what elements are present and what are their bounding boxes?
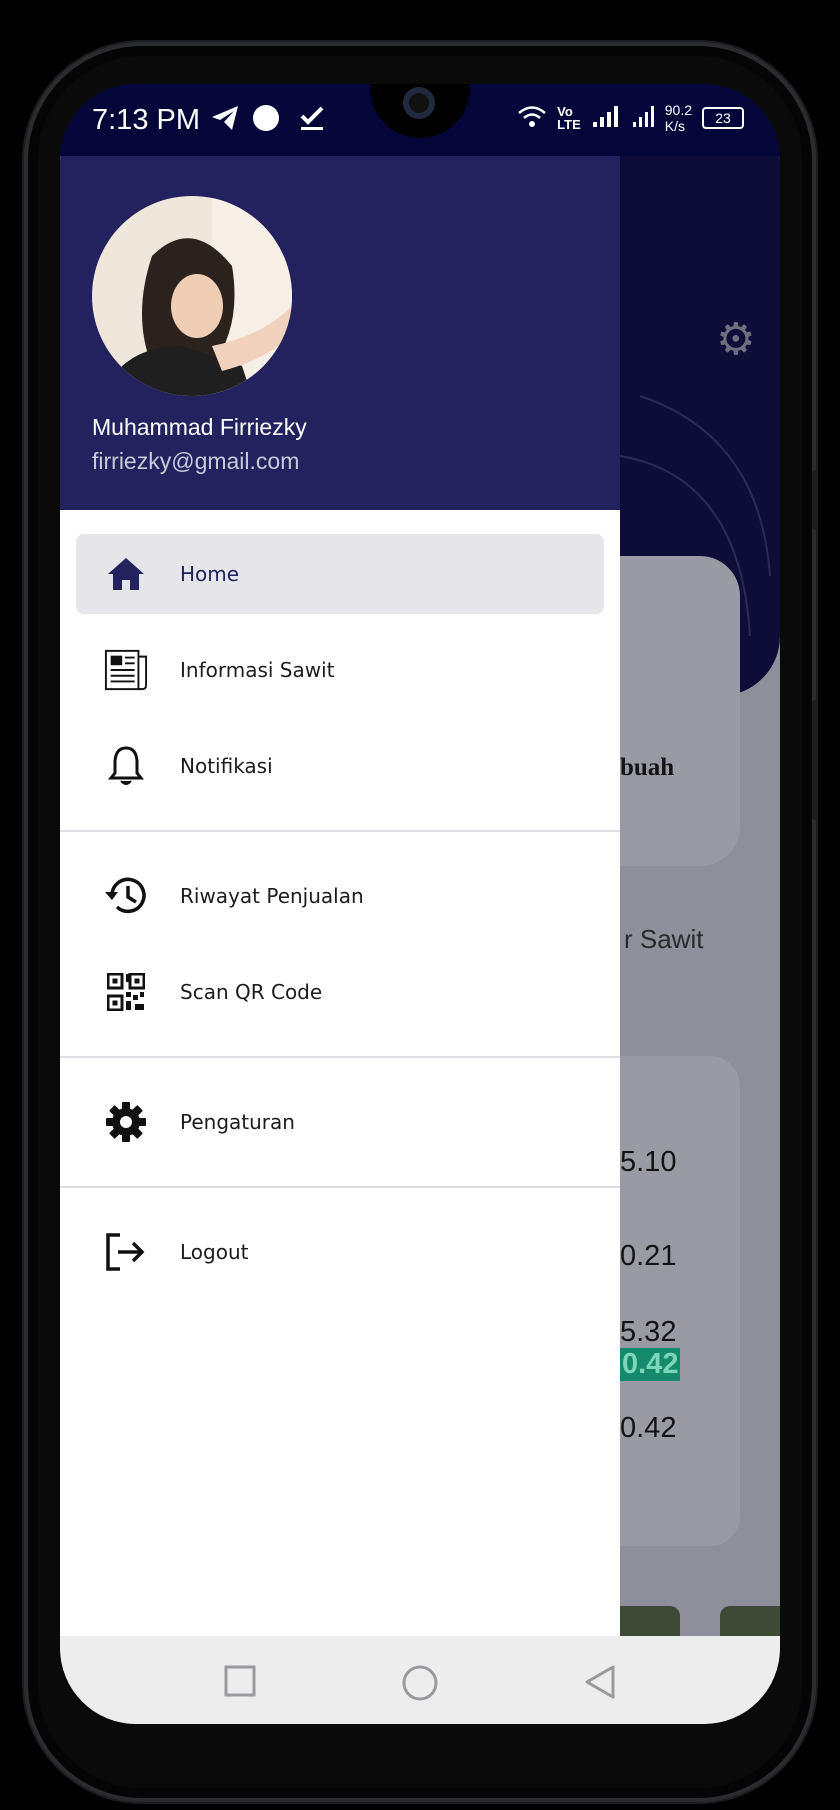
- gear-icon: [104, 1100, 148, 1144]
- net-speed-unit: K/s: [664, 118, 685, 134]
- menu-item-label: Notifikasi: [180, 754, 273, 778]
- task-done-icon: [298, 104, 326, 139]
- menu-item-notifikasi[interactable]: Notifikasi: [76, 726, 604, 806]
- bg-card-title: buah: [620, 754, 675, 781]
- bg-card: [620, 556, 740, 866]
- history-icon: [104, 874, 148, 918]
- menu-item-riwayat-penjualan[interactable]: Riwayat Penjualan: [76, 856, 604, 936]
- status-bar: 7:13 PM Vo LTE 90.2 K/s 23: [60, 84, 780, 156]
- divider: [60, 1186, 620, 1188]
- navigation-drawer: Muhammad Firriezky firriezky@gmail.com H…: [60, 156, 620, 1636]
- menu-item-logout[interactable]: Logout: [76, 1212, 604, 1292]
- battery-icon: 23: [702, 107, 744, 129]
- bg-value: 5.10: [620, 1146, 677, 1178]
- bg-settings-icon: ⚙: [716, 314, 756, 365]
- user-email: firriezky@gmail.com: [92, 448, 300, 474]
- menu-item-label: Logout: [180, 1240, 249, 1264]
- menu-item-label: Scan QR Code: [180, 980, 323, 1004]
- recents-icon[interactable]: [223, 1664, 257, 1698]
- menu-item-scan-qr[interactable]: Scan QR Code: [76, 952, 604, 1032]
- bg-value-highlight: 0.42: [620, 1348, 681, 1381]
- front-camera: [403, 87, 435, 119]
- divider: [60, 1056, 620, 1058]
- menu-item-label: Informasi Sawit: [180, 658, 335, 682]
- menu-item-home[interactable]: Home: [76, 534, 604, 614]
- home-icon: [104, 552, 148, 596]
- net-speed: 90.2 K/s: [665, 102, 692, 134]
- bell-icon: [104, 744, 148, 788]
- power-button: [812, 700, 818, 820]
- bg-thumbnail: [720, 1606, 780, 1636]
- volte-bottom: LTE: [557, 117, 581, 132]
- menu-item-label: Pengaturan: [180, 1110, 295, 1134]
- back-icon[interactable]: [583, 1664, 617, 1699]
- menu-item-pengaturan[interactable]: Pengaturan: [76, 1082, 604, 1162]
- newspaper-icon: [104, 648, 148, 692]
- net-speed-value: 90.2: [664, 102, 692, 118]
- screen: 7:13 PM Vo LTE 90.2 K/s 23 ⚙ buah r Sawi…: [60, 84, 780, 1724]
- user-name: Muhammad Firriezky: [92, 414, 307, 440]
- volte-indicator: Vo LTE: [557, 105, 581, 131]
- bg-value: 0.21: [620, 1240, 677, 1272]
- menu-item-informasi-sawit[interactable]: Informasi Sawit: [76, 630, 604, 710]
- menu-item-label: Riwayat Penjualan: [180, 884, 364, 908]
- wifi-icon: [517, 104, 547, 133]
- bg-price-card: [620, 1056, 740, 1546]
- signal-icon-1: [591, 104, 621, 133]
- bg-thumbnail: [620, 1606, 680, 1636]
- notification-dot-icon: [252, 104, 280, 139]
- telegram-icon: [210, 104, 240, 139]
- menu-item-label: Home: [180, 562, 240, 586]
- status-time: 7:13 PM: [92, 104, 200, 136]
- drawer-header: Muhammad Firriezky firriezky@gmail.com: [60, 156, 620, 510]
- home-circle-icon[interactable]: [401, 1664, 438, 1701]
- bg-value: 0.42: [620, 1412, 677, 1444]
- background-app: ⚙ buah r Sawit 5.10 0.21 5.32 0.42 0.42: [620, 156, 780, 1636]
- signal-icon-2: [631, 104, 655, 133]
- volume-button: [812, 470, 818, 530]
- avatar[interactable]: [92, 196, 292, 396]
- bg-section-title: r Sawit: [624, 924, 704, 954]
- system-nav-bar: [60, 1636, 780, 1724]
- divider: [60, 830, 620, 832]
- logout-icon: [104, 1230, 148, 1274]
- qr-code-icon: [104, 970, 148, 1014]
- bg-value: 5.32: [620, 1316, 677, 1348]
- status-right: Vo LTE 90.2 K/s 23: [517, 102, 744, 134]
